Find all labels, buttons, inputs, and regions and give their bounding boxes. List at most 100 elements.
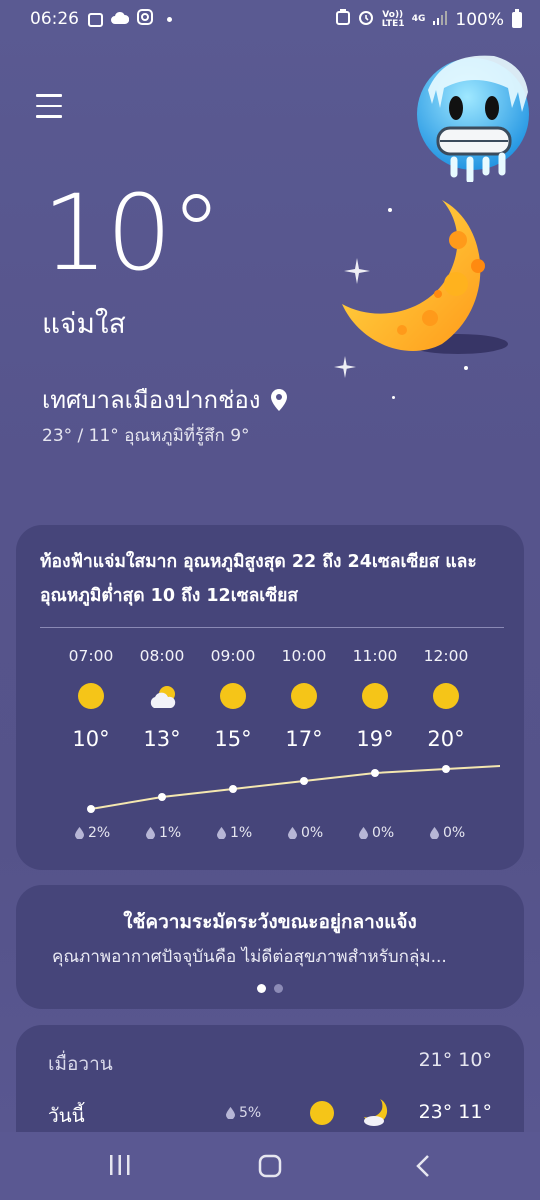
hour-temperature: 15° xyxy=(214,727,252,751)
forecast-description: ท้องฟ้าแจ่มใสมาก อุณหภูมิสูงสุด 22 ถึง 2… xyxy=(40,552,477,606)
day-temps: 23° 11° xyxy=(418,1101,492,1123)
hourly-item[interactable]: 13 2 xyxy=(487,647,500,751)
hour-time: 13 xyxy=(487,647,500,665)
raindrop-icon xyxy=(146,827,155,839)
trend-point xyxy=(158,793,166,801)
hour-rain-value: 0% xyxy=(372,825,395,841)
sun-icon xyxy=(431,683,461,713)
hour-time: 09:00 xyxy=(210,647,256,665)
star-dot xyxy=(392,396,395,399)
hourly-item[interactable]: 09:00 15° xyxy=(203,647,263,751)
hour-rain-chance: 1% xyxy=(217,825,252,841)
sun-icon xyxy=(289,683,319,713)
network-type: 4G xyxy=(411,14,426,24)
moon-cloud-icon xyxy=(364,1099,388,1126)
current-condition: แจ่มใส xyxy=(42,307,126,340)
status-time: 06:26 xyxy=(30,9,79,29)
current-temperature: 10° xyxy=(42,172,222,294)
hour-temperature: 13° xyxy=(143,727,181,751)
hour-rain-chance: 2% xyxy=(75,825,110,841)
recent-apps-button[interactable] xyxy=(108,1154,132,1176)
hourly-item[interactable]: 11:00 19° xyxy=(345,647,405,751)
back-button[interactable] xyxy=(414,1154,432,1178)
dot-icon xyxy=(167,17,172,22)
hour-time: 12:00 xyxy=(423,647,469,665)
signal-icon xyxy=(433,10,448,30)
sun-icon xyxy=(310,1101,334,1125)
instagram-icon xyxy=(137,9,153,30)
volte-indicator: Vo)) LTE1 xyxy=(381,9,405,29)
temp-range-feels-like: 23° / 11° อุณหภูมิที่รู้สึก 9° xyxy=(42,426,250,446)
hour-temperature: 10° xyxy=(72,727,110,751)
location[interactable]: เทศบาลเมืองปากช่อง xyxy=(42,380,287,419)
hour-rain-value: 1% xyxy=(230,825,253,841)
gallery-icon xyxy=(88,12,103,27)
hourly-item[interactable]: 07:00 10° xyxy=(61,647,121,751)
home-button[interactable] xyxy=(258,1154,282,1178)
alarm-icon xyxy=(358,9,374,30)
status-bar: 06:26 Vo)) LTE1 4G 100% xyxy=(0,0,540,40)
sparkle-icon xyxy=(344,258,370,284)
menu-line xyxy=(36,104,62,107)
hour-rain-chance: 0% xyxy=(359,825,394,841)
sun-icon xyxy=(76,683,106,713)
hour-rain-chance: 1% xyxy=(146,825,181,841)
trend-point xyxy=(229,785,237,793)
hour-time: 07:00 xyxy=(68,647,114,665)
page-indicator xyxy=(16,984,524,993)
menu-line xyxy=(36,94,62,97)
cold-face-emoji-icon xyxy=(414,42,532,184)
sun-icon xyxy=(360,683,390,713)
sparkle-icon xyxy=(334,356,356,378)
day-rain: 5% xyxy=(226,1105,261,1121)
raindrop-icon xyxy=(430,827,439,839)
daily-forecast-card[interactable]: เมื่อวาน 21° 10° วันนี้ 5% 23° 11° xyxy=(16,1025,524,1135)
sun-icon xyxy=(218,683,248,713)
hourly-item[interactable]: 08:00 13° xyxy=(132,647,192,751)
hour-time: 10:00 xyxy=(281,647,327,665)
menu-line xyxy=(36,115,62,118)
divider xyxy=(40,627,504,628)
air-quality-subtitle: คุณภาพอากาศปัจจุบันคือ ไม่ดีต่อสุขภาพสำห… xyxy=(52,947,447,967)
day-temps: 21° 10° xyxy=(418,1049,492,1071)
hour-rain-value: 0% xyxy=(443,825,466,841)
star-dot xyxy=(464,366,468,370)
raindrop-icon xyxy=(288,827,297,839)
hour-time: 08:00 xyxy=(139,647,185,665)
daily-row-today[interactable]: วันนี้ 5% 23° 11° xyxy=(16,1099,524,1135)
raindrop-icon xyxy=(75,827,84,839)
hour-rain-value: 2% xyxy=(88,825,111,841)
air-quality-title: ใช้ความระมัดระวังขณะอยู่กลางแจ้ง xyxy=(123,911,417,933)
battery-icon xyxy=(512,8,522,28)
hourly-list[interactable]: 07:00 10° 2% 08:00 13° 1% 09:00 15° 1% 10:00 17° 0%… xyxy=(16,647,500,857)
daily-row-yesterday[interactable]: เมื่อวาน 21° 10° xyxy=(16,1049,524,1089)
navigation-bar xyxy=(0,1132,540,1200)
hourly-forecast-card[interactable]: ท้องฟ้าแจ่มใสมาก อุณหภูมิสูงสุด 22 ถึง 2… xyxy=(16,525,524,870)
page-dot-active[interactable] xyxy=(257,984,266,993)
raindrop-icon xyxy=(217,827,226,839)
notification-icons xyxy=(88,9,172,30)
hour-rain-chance: 0% xyxy=(430,825,465,841)
battery-percent: 100% xyxy=(455,9,504,30)
hour-rain-chance: 0% xyxy=(288,825,323,841)
trend-point xyxy=(87,805,95,813)
hourly-item[interactable]: 12:00 20° xyxy=(416,647,476,751)
trend-line xyxy=(90,764,500,810)
hour-rain-value: 1% xyxy=(159,825,182,841)
menu-button[interactable] xyxy=(36,94,62,118)
hour-temperature: 19° xyxy=(356,727,394,751)
day-label: เมื่อวาน xyxy=(48,1053,113,1075)
air-quality-card[interactable]: ใช้ความระมัดระวังขณะอยู่กลางแจ้ง คุณภาพอ… xyxy=(16,885,524,1009)
hour-time: 11:00 xyxy=(352,647,398,665)
hour-temperature: 17° xyxy=(285,727,323,751)
hourly-item[interactable]: 10:00 17° xyxy=(274,647,334,751)
trend-point xyxy=(442,765,450,773)
hour-temperature: 20° xyxy=(427,727,465,751)
day-label: วันนี้ xyxy=(48,1105,85,1127)
status-right: Vo)) LTE1 4G 100% xyxy=(335,8,522,30)
location-pin-icon xyxy=(270,388,287,411)
star-dot xyxy=(388,208,392,212)
page-dot[interactable] xyxy=(274,984,283,993)
raindrop-icon xyxy=(226,1107,235,1119)
day-rain-value: 5% xyxy=(239,1105,262,1121)
